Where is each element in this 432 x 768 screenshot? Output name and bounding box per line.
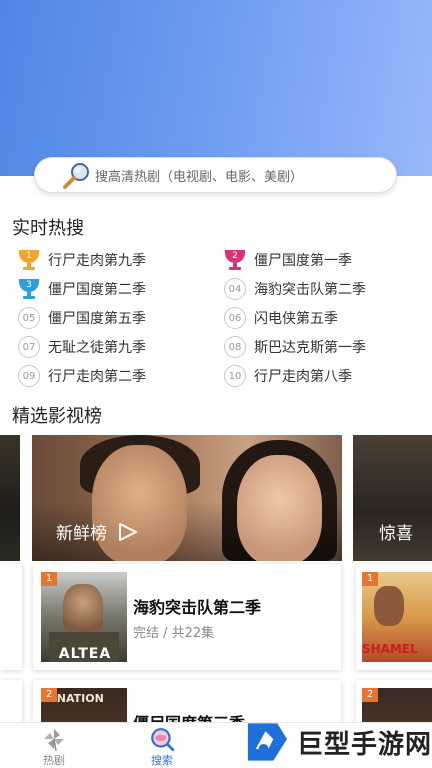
watermark-text: 巨型手游网 [296,729,432,760]
hot-item-8[interactable]: 08 斯巴达克斯第一季 [224,335,414,359]
search-active-icon [151,728,175,752]
hot-item-2[interactable]: 2 僵尸国度第一季 [224,248,414,272]
card-title: 海豹突击队第二季 [133,598,262,617]
search-placeholder: 搜高清热剧（电视剧、电影、美剧） [95,169,304,185]
tab-label: 热剧 [43,754,65,767]
hot-item-label: 斯巴达克斯第一季 [254,340,366,356]
trophy-gold-icon: 1 [18,249,40,271]
hot-item-4[interactable]: 04 海豹突击队第二季 [224,277,414,301]
movie-card-1[interactable]: ALTEA 1 海豹突击队第二季 完结 / 共22集 [33,564,341,670]
card-title: 僵尸国度第三季 [133,710,245,722]
hot-item-label: 闪电侠第五季 [254,311,338,327]
featured-carousel[interactable]: 新鲜榜 惊喜 [0,435,432,561]
prev-card[interactable] [0,680,22,722]
trophy-blue-icon: 3 [18,278,40,300]
banner-label: 新鲜榜 [56,519,139,544]
rank-badge: 1 [362,572,378,586]
hot-item-label: 僵尸国度第二季 [48,282,146,298]
play-arrow-icon [119,522,137,541]
watermark-logo-icon [247,723,288,761]
rank-circle-icon: 05 [18,307,40,329]
watermark-logo: 巨型手游网 [244,716,432,768]
search-bar[interactable]: 搜高清热剧（电视剧、电影、美剧） [34,157,397,193]
hot-item-3[interactable]: 3 僵尸国度第二季 [18,277,208,301]
hot-item-label: 僵尸国度第一季 [254,253,352,269]
poster-image: ALTEA 1 [41,572,127,662]
hot-item-6[interactable]: 06 闪电侠第五季 [224,306,414,330]
poster-image: SHAMEL 1 [362,572,432,662]
hot-item-label: 行尸走肉第二季 [48,369,146,385]
header-background [0,0,432,176]
carousel-next-banner[interactable]: 惊喜 [353,435,432,561]
rank-badge: 1 [41,572,57,586]
trophy-pink-icon: 2 [224,249,246,271]
hot-item-label: 无耻之徒第九季 [48,340,146,356]
rank-circle-icon: 08 [224,336,246,358]
rank-circle-icon: 09 [18,365,40,387]
featured-title: 精选影视榜 [12,406,102,427]
prev-card[interactable] [0,564,22,670]
hot-item-9[interactable]: 09 行尸走肉第二季 [18,364,208,388]
rank-circle-icon: 04 [224,278,246,300]
hot-item-label: 海豹突击队第二季 [254,282,366,298]
banner-fresh[interactable]: 新鲜榜 [32,435,342,561]
carousel-prev-banner[interactable] [0,435,20,561]
rank-circle-icon: 10 [224,365,246,387]
tab-search[interactable]: 搜索 [132,725,192,768]
next-card[interactable]: SHAMEL 1 [356,564,432,670]
tab-label: 搜索 [151,754,173,767]
hot-item-label: 行尸走肉第八季 [254,369,352,385]
poster-image: Z NATION 2 [41,688,127,722]
hot-search-title: 实时热搜 [12,218,84,239]
hot-item-7[interactable]: 07 无耻之徒第九季 [18,335,208,359]
rank-badge: 2 [362,688,378,702]
tab-hot[interactable]: 热剧 [24,725,84,768]
hot-item-label: 行尸走肉第九季 [48,253,146,269]
banner-label: 惊喜 [379,524,413,544]
hot-item-label: 僵尸国度第五季 [48,311,146,327]
magnifier-icon [63,163,89,189]
rank-circle-icon: 07 [18,336,40,358]
hot-item-5[interactable]: 05 僵尸国度第五季 [18,306,208,330]
rank-badge: 2 [41,688,57,702]
hot-item-10[interactable]: 10 行尸走肉第八季 [224,364,414,388]
pinwheel-icon [44,729,64,751]
rank-circle-icon: 06 [224,307,246,329]
card-subtitle: 完结 / 共22集 [133,626,215,641]
hot-item-1[interactable]: 1 行尸走肉第九季 [18,248,208,272]
